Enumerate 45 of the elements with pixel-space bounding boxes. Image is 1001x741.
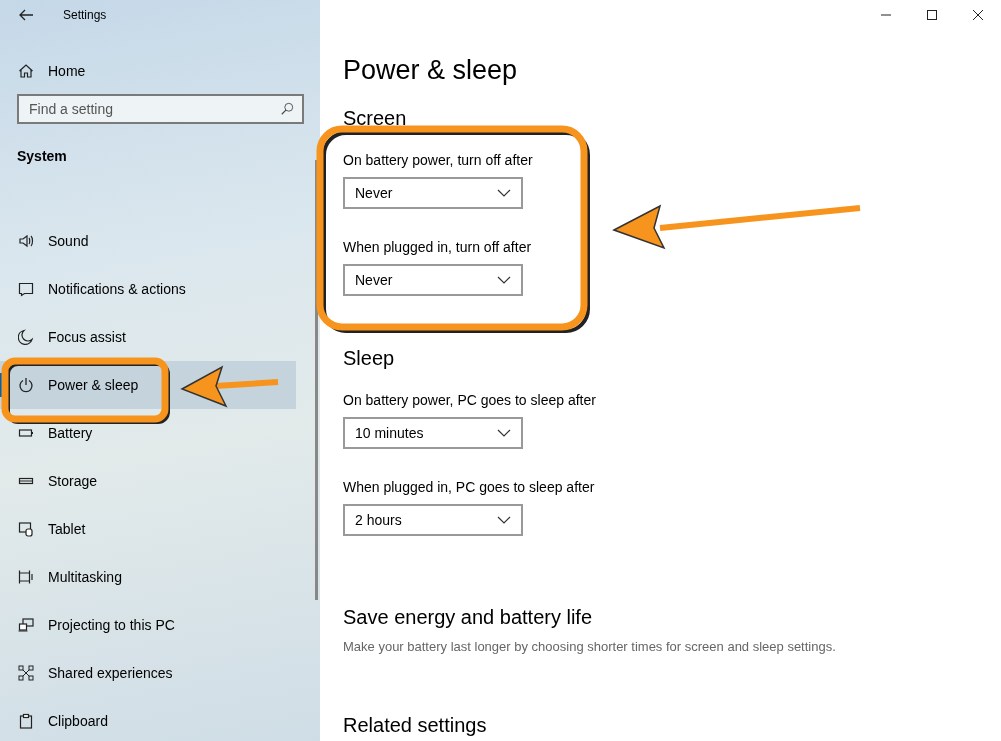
shared-icon [18, 665, 34, 681]
chevron-down-icon [497, 515, 511, 525]
setting-label: On battery power, PC goes to sleep after [343, 391, 597, 410]
description-text: Make your battery last longer by choosing shorter times for screen and sleep settings. [343, 638, 837, 656]
section-heading: Save energy and battery life [343, 605, 594, 630]
sound-icon [18, 233, 34, 249]
chevron-down-icon [497, 428, 511, 438]
window-title: Settings [63, 8, 107, 22]
nav-item[interactable]: Battery [0, 409, 296, 457]
projecting-icon [18, 617, 34, 633]
notifications-icon [18, 281, 34, 297]
scrollbar[interactable] [315, 160, 318, 600]
dropdown[interactable]: Never [343, 264, 523, 296]
nav-item[interactable]: Projecting to this PC [0, 601, 296, 649]
setting-label: On battery power, turn off after [343, 151, 534, 170]
clipboard-icon [18, 713, 34, 729]
nav-item[interactable]: Clipboard [0, 697, 296, 741]
dropdown[interactable]: 2 hours [343, 504, 523, 536]
focus-icon [18, 329, 34, 345]
nav-item[interactable]: Storage [0, 457, 296, 505]
page-title: Power & sleep [343, 54, 519, 87]
dropdown[interactable]: 10 minutes [343, 417, 523, 449]
home-icon [18, 63, 34, 79]
section-heading: Screen [343, 106, 408, 131]
nav-item[interactable]: Focus assist [0, 313, 296, 361]
multitasking-icon [18, 569, 34, 585]
section-heading: Sleep [343, 346, 396, 371]
back-arrow-icon[interactable] [18, 7, 34, 23]
chevron-down-icon [497, 188, 511, 198]
tablet-icon [18, 521, 34, 537]
chevron-down-icon [497, 275, 511, 285]
power-icon [18, 377, 34, 393]
section-heading: Related settings [343, 713, 488, 738]
setting-label: When plugged in, PC goes to sleep after [343, 478, 596, 497]
dropdown[interactable]: Never [343, 177, 523, 209]
search-field[interactable]: Find a setting [17, 94, 304, 124]
nav-item[interactable]: Multitasking [0, 553, 296, 601]
search-icon [280, 102, 294, 116]
nav-item[interactable]: Sound [0, 217, 296, 265]
section-heading: System [17, 148, 68, 164]
home-nav-item[interactable]: Home [0, 58, 320, 84]
nav-item[interactable]: Notifications & actions [0, 265, 296, 313]
nav-item[interactable]: Shared experiences [0, 649, 296, 697]
setting-label: When plugged in, turn off after [343, 238, 533, 257]
nav-item[interactable]: Tablet [0, 505, 296, 553]
